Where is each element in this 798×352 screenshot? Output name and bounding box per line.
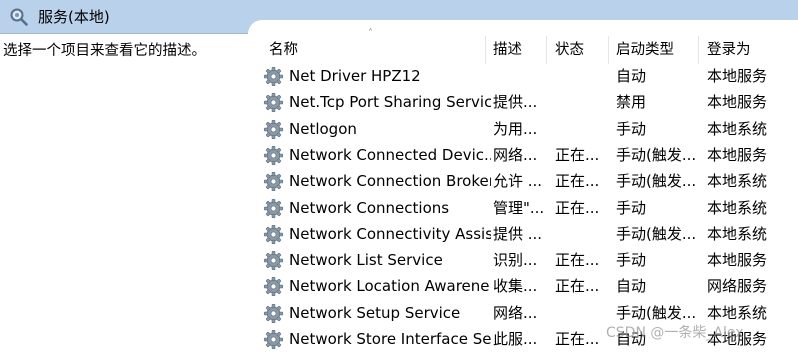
service-name: Network Connections [289,198,450,217]
column-divider[interactable] [485,36,486,64]
service-startup-type: 手动 [616,119,647,138]
service-startup-type: 手动 [616,251,647,270]
service-startup-type: 自动 [616,277,647,296]
service-logon-as: 本地服务 [707,67,768,85]
service-startup-type: 自动 [616,67,647,85]
service-gear-icon [263,66,284,87]
service-status: 正在... [555,251,600,270]
service-description: 提供 ... [493,224,543,243]
description-pane: 选择一个项目来查看它的描述。 [0,34,248,352]
column-header-status[interactable]: 状态 [555,36,584,64]
service-gear-icon [263,93,284,113]
column-header-row: ˄ 名称 描述 状态 启动类型 登录为 [248,28,798,64]
service-status [555,63,607,89]
service-gear-icon [263,198,284,218]
service-logon-as: 本地服务 [707,145,768,164]
services-gear-magnifier-icon [10,8,28,26]
service-logon-as: 本地系统 [707,119,768,138]
service-name: Network Connectivity Assis... [289,224,491,243]
service-row[interactable]: Network Location Awarene... 收集... 正在... 自动 网… [248,273,798,299]
service-gear-icon [263,224,284,244]
service-gear-icon [263,329,284,350]
service-status [555,89,607,115]
service-startup-type: 手动(触发... [616,224,697,243]
service-status [555,116,607,142]
service-name: Net Driver HPZ12 [289,67,421,85]
service-row[interactable]: Net.Tcp Port Sharing Service 提供... 禁用 本地服务 [248,89,798,115]
service-status: 正在... [555,277,600,296]
service-description: 允许 ... [493,172,543,191]
service-row[interactable]: Netlogon 为用... 手动 本地系统 [248,116,798,142]
description-text: 选择一个项目来查看它的描述。 [3,43,206,59]
service-logon-as: 本地系统 [707,224,768,243]
service-logon-as: 网络服务 [707,277,768,296]
service-row[interactable]: Network Connection Broker 允许 ... 正在... 手动(触… [248,168,798,194]
service-name: Net.Tcp Port Sharing Service [289,93,491,112]
service-name: Network Setup Service [289,303,461,322]
service-startup-type: 手动(触发... [616,172,697,191]
sort-ascending-icon: ˄ [368,28,373,39]
service-startup-type: 手动(触发... [616,303,697,322]
service-row[interactable]: Net Driver HPZ12 自动 本地服务 [248,63,798,89]
service-gear-icon [263,172,284,192]
service-name: Network Store Interface Se... [289,330,491,348]
service-gear-icon [263,119,284,139]
service-status: 正在... [555,172,600,191]
service-description: 管理"... [493,198,545,217]
service-logon-as: 本地系统 [707,198,768,217]
service-description: 识别... [493,251,538,270]
service-gear-icon [263,251,284,271]
service-row[interactable]: Network List Service 识别... 正在... 手动 本地服务 [248,247,798,273]
services-list: ˄ 名称 描述 状态 启动类型 登录为 Net Driver HPZ12 自动 本地… [248,20,798,352]
service-logon-as: 本地系统 [707,303,768,322]
service-status: 正在... [555,145,600,164]
service-logon-as: 本地系统 [707,172,768,191]
column-header-name[interactable]: 名称 [269,36,298,64]
column-divider[interactable] [608,36,609,64]
service-startup-type: 手动 [616,198,647,217]
service-description: 网络... [493,303,538,322]
service-row[interactable]: Network Connections 管理"... 正在... 手动 本地系统 [248,195,798,221]
service-logon-as: 本地服务 [707,251,768,270]
service-description: 提供... [493,93,538,112]
service-gear-icon [263,303,284,323]
column-divider[interactable] [546,36,547,64]
service-gear-icon [263,145,284,165]
service-gear-icon [263,277,284,297]
service-name: Network Connected Devic... [289,145,491,164]
service-row[interactable]: Network Connected Devic... 网络... 正在... 手动(触… [248,142,798,168]
column-header-startup-type[interactable]: 启动类型 [616,36,674,64]
column-header-logon-as[interactable]: 登录为 [707,36,751,64]
column-header-description[interactable]: 描述 [493,36,522,64]
service-startup-type: 禁用 [616,93,647,112]
service-description: 为用... [493,119,538,138]
service-logon-as: 本地服务 [707,93,768,112]
service-name: Netlogon [289,119,357,138]
service-description: 网络... [493,145,538,164]
service-name: Network Location Awarene... [289,277,491,296]
service-row[interactable]: Network Connectivity Assis... 提供 ... 手动(触发… [248,221,798,247]
service-status [555,300,607,326]
watermark: CSDN @一条柴_Alex [606,325,744,341]
service-startup-type: 手动(触发... [616,145,697,164]
service-status: 正在... [555,330,600,348]
service-status [555,221,607,247]
service-description: 收集... [493,277,538,296]
window-title: 服务(本地) [38,8,110,26]
column-divider[interactable] [698,36,699,64]
service-name: Network List Service [289,251,443,270]
service-status: 正在... [555,198,600,217]
service-description [493,63,549,89]
service-description: 此服... [493,330,538,348]
service-name: Network Connection Broker [289,172,491,191]
